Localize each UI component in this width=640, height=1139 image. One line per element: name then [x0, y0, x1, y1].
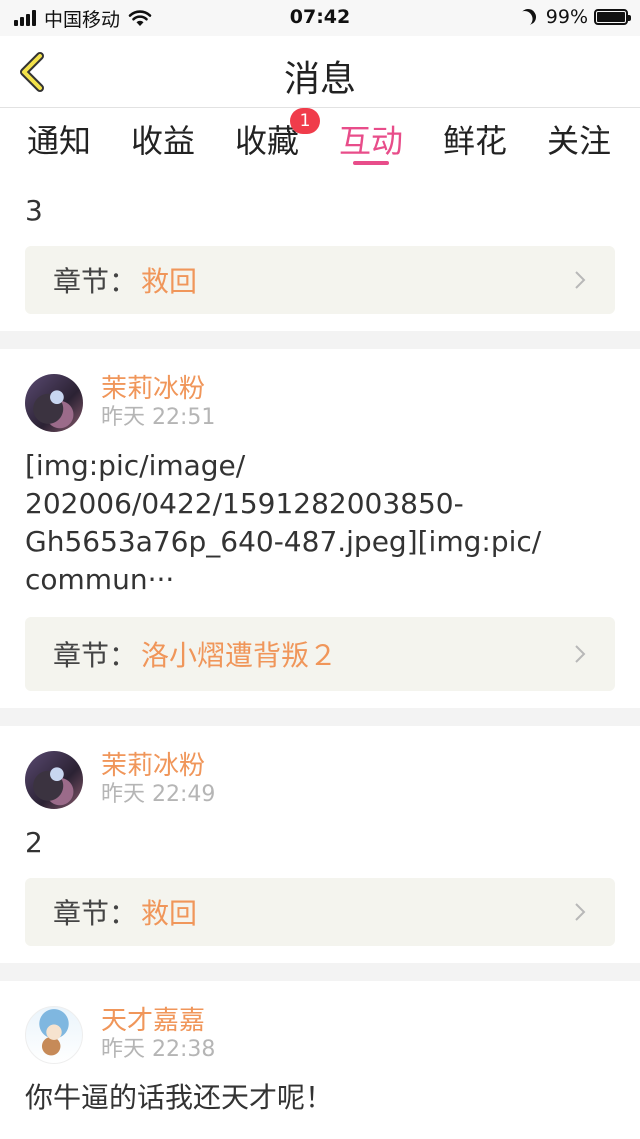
timestamp: 昨天 22:49 [101, 782, 216, 807]
status-bar: 中国移动 07:42 99% [0, 0, 640, 36]
moon-icon [517, 6, 539, 28]
chevron-right-icon [575, 645, 586, 663]
message-feed: 3 章节： 救回 茉莉冰粉 昨天 22:51 [img:pic/image/ 2… [0, 170, 640, 1117]
message-item[interactable]: 茉莉冰粉 昨天 22:51 [img:pic/image/ 202006/042… [0, 349, 640, 708]
item-divider [0, 331, 640, 349]
timestamp: 昨天 22:51 [101, 405, 216, 430]
author-meta: 天才嘉嘉 昨天 22:38 [101, 1006, 215, 1064]
tab-bar: 通知 收益 收藏 1 互动 鲜花 关注 [0, 108, 640, 170]
author-name[interactable]: 茉莉冰粉 [101, 751, 215, 781]
comment-line: 202006/0422/1591282003850- [25, 487, 464, 520]
author-meta: 茉莉冰粉 昨天 22:49 [101, 751, 215, 809]
avatar[interactable] [25, 1006, 83, 1064]
comment-text: 2 [25, 826, 43, 859]
chapter-link[interactable]: 章节： 救回 [25, 878, 615, 946]
avatar[interactable] [25, 751, 83, 809]
author-row: 茉莉冰粉 昨天 22:51 [25, 361, 615, 445]
unread-badge: 1 [290, 108, 320, 134]
tab-label: 收益 [130, 122, 195, 160]
tab-following[interactable]: 关注 [534, 116, 624, 166]
tab-label: 通知 [26, 122, 91, 160]
status-right: 99% [517, 5, 631, 29]
chevron-right-icon [575, 271, 586, 289]
chapter-name: 救回 [141, 897, 198, 930]
chapter-link[interactable]: 章节： 救回 [25, 246, 615, 314]
tab-earnings[interactable]: 收益 [118, 116, 208, 166]
tab-notifications[interactable]: 通知 [14, 116, 104, 166]
comment-line: commun··· [25, 563, 175, 596]
battery-icon [594, 9, 631, 25]
comment-line: [img:pic/image/ [25, 449, 246, 482]
avatar[interactable] [25, 374, 83, 432]
nav-bar: 消息 [0, 36, 640, 108]
battery-level [597, 12, 625, 22]
message-item[interactable]: 3 章节： 救回 [0, 170, 640, 331]
chapter-name: 洛小熠遭背叛２ [141, 639, 338, 672]
tab-label: 互动 [338, 122, 403, 160]
tab-flowers[interactable]: 鲜花 [430, 116, 520, 166]
tab-favorites[interactable]: 收藏 1 [222, 108, 320, 166]
comment-line: Gh5653a76p_640-487.jpeg][img:pic/ [25, 525, 542, 558]
active-tab-indicator [353, 161, 389, 165]
chapter-link[interactable]: 章节： 洛小熠遭背叛２ [25, 617, 615, 691]
chapter-name: 救回 [141, 265, 198, 298]
comment-text: [img:pic/image/ 202006/0422/159128200385… [25, 447, 615, 599]
chapter-prefix: 章节： [53, 897, 138, 930]
comment-text: 3 [25, 194, 43, 227]
author-row: 天才嘉嘉 昨天 22:38 [25, 993, 615, 1077]
chapter-prefix: 章节： [53, 265, 138, 298]
tab-label: 收藏 [234, 122, 299, 160]
message-item[interactable]: 茉莉冰粉 昨天 22:49 2 章节： 救回 [0, 726, 640, 963]
author-name[interactable]: 茉莉冰粉 [101, 374, 215, 404]
author-row: 茉莉冰粉 昨天 22:49 [25, 738, 615, 822]
chapter-prefix: 章节： [53, 639, 138, 672]
item-divider [0, 708, 640, 726]
battery-percent: 99% [545, 6, 588, 28]
chevron-right-icon [575, 903, 586, 921]
message-item[interactable]: 天才嘉嘉 昨天 22:38 你牛逼的话我还天才呢！ [0, 981, 640, 1117]
tab-label: 鲜花 [442, 122, 507, 160]
timestamp: 昨天 22:38 [101, 1037, 216, 1062]
author-meta: 茉莉冰粉 昨天 22:51 [101, 374, 215, 432]
author-name[interactable]: 天才嘉嘉 [101, 1006, 215, 1036]
page-title: 消息 [283, 59, 356, 100]
tab-label: 关注 [546, 122, 611, 160]
comment-text: 你牛逼的话我还天才呢！ [25, 1081, 334, 1114]
item-divider [0, 963, 640, 981]
tab-interactions[interactable]: 互动 [326, 116, 416, 166]
